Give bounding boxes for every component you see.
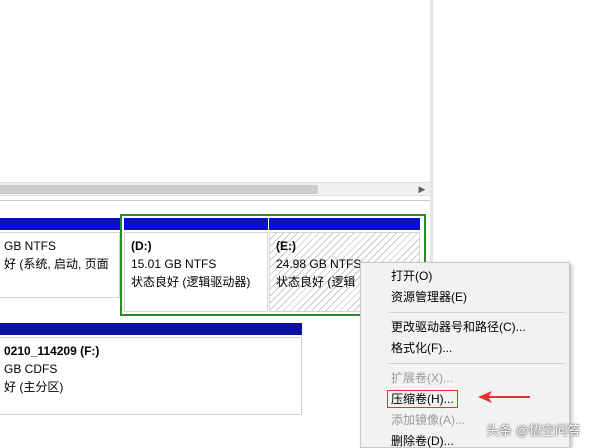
menu-item-explorer[interactable]: 资源管理器(E) [361, 287, 569, 308]
menu-item-change-drive-letter[interactable]: 更改驱动器号和路径(C)... [361, 317, 569, 338]
scrollbar-thumb[interactable] [0, 185, 318, 194]
partition-name: 0210_114209 (F:) [4, 344, 100, 358]
partition-body: (D:) 15.01 GB NTFS 状态良好 (逻辑驱动器) [124, 232, 268, 312]
partition-bar [0, 218, 120, 230]
menu-item-shrink-volume[interactable]: 压缩卷(H)... [361, 389, 569, 410]
partition-size: GB NTFS [4, 239, 57, 253]
partition-status: 好 (系统, 启动, 页面 [4, 257, 109, 271]
volume-list-pane [0, 0, 430, 200]
partition-status: 好 (主分区) [4, 380, 64, 394]
menu-separator [389, 363, 565, 364]
partition-bar [0, 323, 302, 335]
partition-name: (E:) [276, 239, 296, 253]
horizontal-scrollbar[interactable]: ▶ [0, 182, 430, 196]
menu-separator [389, 312, 565, 313]
menu-item-format[interactable]: 格式化(F)... [361, 338, 569, 359]
red-arrow-icon [478, 391, 530, 403]
watermark: 头条 @悟空问答 [486, 423, 581, 438]
partition-f[interactable]: 0210_114209 (F:) GB CDFS 好 (主分区) [0, 323, 302, 415]
scroll-right-arrow-icon[interactable]: ▶ [414, 183, 430, 195]
partition-bar [269, 218, 420, 230]
partition-status: 状态良好 (逻辑驱动器) [131, 275, 251, 289]
partition-d[interactable]: (D:) 15.01 GB NTFS 状态良好 (逻辑驱动器) [124, 218, 268, 312]
partition-body: 0210_114209 (F:) GB CDFS 好 (主分区) [0, 337, 302, 415]
partition-bar [124, 218, 268, 230]
menu-item-extend-volume[interactable]: 扩展卷(X)... [361, 368, 569, 389]
partition-size: GB CDFS [4, 362, 58, 376]
menu-item-open[interactable]: 打开(O) [361, 266, 569, 287]
partition-c[interactable]: GB NTFS 好 (系统, 启动, 页面 [0, 218, 120, 298]
partition-name: (D:) [131, 239, 152, 253]
partition-body: GB NTFS 好 (系统, 启动, 页面 [0, 232, 120, 298]
partition-size: 15.01 GB NTFS [131, 257, 217, 271]
shrink-volume-label[interactable]: 压缩卷(H)... [387, 390, 458, 408]
